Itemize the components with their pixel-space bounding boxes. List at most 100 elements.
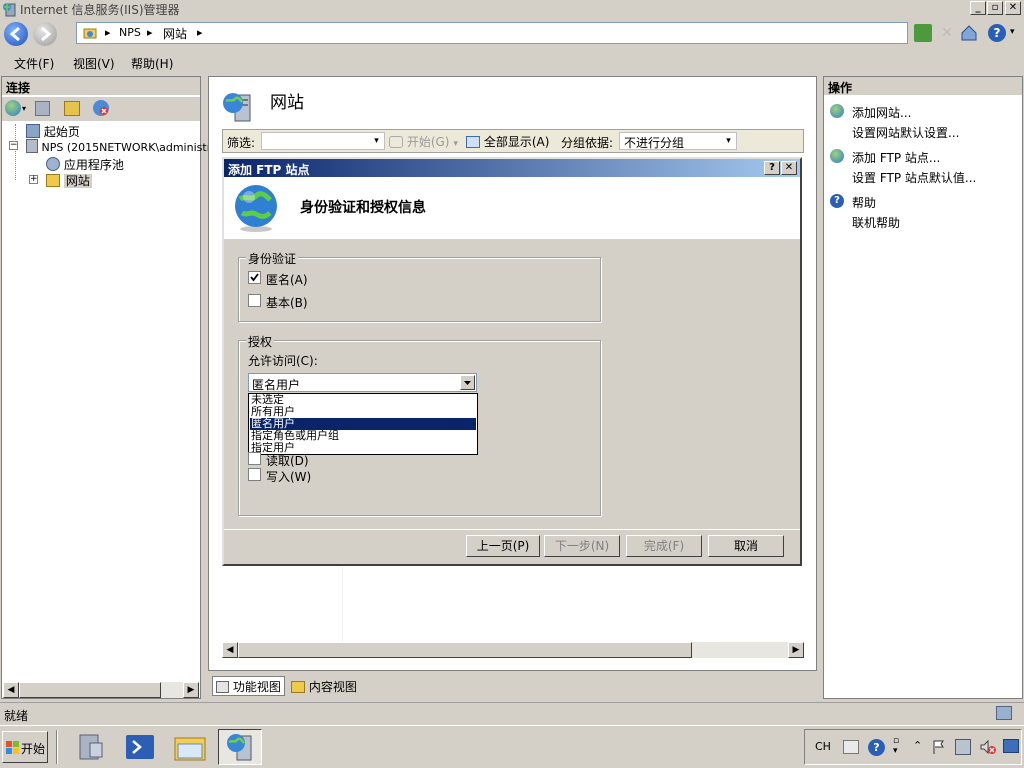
- explorer-taskbar-icon[interactable]: [168, 729, 212, 765]
- back-button[interactable]: [4, 22, 28, 46]
- start-label: 开始: [21, 742, 46, 756]
- scroll-right-icon[interactable]: ▶: [788, 642, 804, 658]
- set-site-defaults-link[interactable]: 设置网站默认设置...: [852, 124, 959, 141]
- restore-button[interactable]: ▫: [987, 1, 1003, 15]
- breadcrumb-nps[interactable]: NPS: [119, 26, 141, 39]
- stop-icon[interactable]: ✕: [938, 24, 956, 42]
- tree-item-start-page[interactable]: 起始页: [26, 123, 80, 140]
- address-input[interactable]: ▸ NPS ▸ 网站 ▸: [76, 22, 908, 44]
- filter-input[interactable]: ▾: [261, 132, 385, 150]
- add-site-icon: [830, 104, 844, 118]
- scroll-thumb[interactable]: [19, 682, 161, 698]
- scroll-left-icon[interactable]: ◀: [222, 642, 238, 658]
- help-icon[interactable]: ?: [988, 24, 1006, 42]
- option-all-users[interactable]: 所有用户: [250, 406, 476, 418]
- help-icon[interactable]: ?: [868, 739, 885, 756]
- tree-item-server[interactable]: NPS (2015NETWORK\administr: [26, 139, 211, 154]
- finish-button[interactable]: 完成(F): [626, 535, 702, 557]
- tree-collapse-toggle[interactable]: −: [9, 141, 18, 150]
- dialog-close-button[interactable]: ✕: [781, 161, 797, 175]
- filter-label: 筛选:: [227, 136, 256, 150]
- option-unselected[interactable]: 未选定: [250, 394, 476, 406]
- dropdown-button[interactable]: [460, 375, 475, 390]
- anonymous-checkbox[interactable]: [248, 271, 261, 284]
- scroll-right-icon[interactable]: ▶: [183, 682, 199, 698]
- allow-access-dropdown-list[interactable]: 未选定 所有用户 匿名用户 指定角色或用户组 指定用户: [248, 393, 478, 455]
- home-icon[interactable]: [960, 24, 978, 42]
- breadcrumb-sites[interactable]: 网站: [163, 25, 187, 42]
- show-all-button[interactable]: 全部显示(A): [466, 133, 549, 150]
- keyboard-icon[interactable]: [843, 740, 859, 754]
- server-status-icon[interactable]: [955, 739, 971, 755]
- add-ftp-site-link[interactable]: 添加 FTP 站点...: [852, 149, 940, 166]
- column-divider: [342, 567, 343, 643]
- chevron-down-icon[interactable]: ▾: [1010, 27, 1015, 37]
- iis-app-icon: [2, 1, 18, 17]
- basic-checkbox[interactable]: [248, 294, 261, 307]
- previous-button[interactable]: 上一页(P): [466, 535, 540, 557]
- powershell-taskbar-icon[interactable]: [118, 729, 162, 765]
- cancel-button[interactable]: 取消: [708, 535, 784, 557]
- write-checkbox[interactable]: [248, 468, 261, 481]
- content-view-icon: [291, 681, 305, 693]
- flag-icon[interactable]: [931, 739, 947, 755]
- scroll-left-icon[interactable]: ◀: [3, 682, 19, 698]
- tab-features-view[interactable]: 功能视图: [212, 676, 285, 696]
- online-help-link[interactable]: 联机帮助: [852, 214, 900, 231]
- read-label: 读取(D): [266, 454, 309, 468]
- help-link[interactable]: 帮助: [852, 194, 876, 211]
- address-bar: ▸ NPS ▸ 网站 ▸ ✕ ? ▾: [0, 18, 1024, 50]
- connect-icon[interactable]: [5, 100, 21, 116]
- language-indicator[interactable]: CH: [815, 740, 831, 753]
- next-button[interactable]: 下一步(N): [544, 535, 620, 557]
- center-horizontal-scrollbar[interactable]: ◀ ▶: [222, 642, 804, 658]
- read-checkbox[interactable]: [248, 452, 261, 465]
- add-ftp-site-dialog: 添加 FTP 站点 ? ✕ 身份验证和授权信息 身份验证 匿名(A) 基本(B)…: [222, 157, 802, 566]
- group-by-select[interactable]: 不进行分组 ▾: [619, 132, 737, 150]
- start-page-icon: [26, 124, 40, 138]
- up-folder-icon[interactable]: [64, 101, 80, 116]
- server-manager-taskbar-icon[interactable]: [68, 729, 112, 765]
- set-ftp-defaults-link[interactable]: 设置 FTP 站点默认值...: [852, 169, 976, 186]
- tree-expand-toggle[interactable]: +: [29, 175, 38, 184]
- app-pool-icon: [46, 157, 60, 171]
- forward-button[interactable]: [33, 22, 57, 46]
- chevron-down-icon[interactable]: ▾: [722, 134, 735, 148]
- menu-file[interactable]: 文件(F): [14, 55, 54, 72]
- menu-help[interactable]: 帮助(H): [131, 55, 173, 72]
- add-site-link[interactable]: 添加网站...: [852, 104, 911, 121]
- save-icon[interactable]: [35, 101, 50, 116]
- disconnect-icon[interactable]: [93, 100, 109, 116]
- close-window-button[interactable]: ✕: [1005, 1, 1021, 15]
- ime-menu-icon[interactable]: ▫ ▾: [893, 736, 899, 756]
- option-anonymous-users[interactable]: 匿名用户: [250, 418, 476, 430]
- tree-line: [15, 124, 16, 180]
- scroll-thumb[interactable]: [238, 642, 692, 658]
- refresh-icon[interactable]: [914, 24, 932, 42]
- binoculars-icon: [389, 136, 403, 148]
- menu-view[interactable]: 视图(V): [73, 55, 115, 72]
- show-hidden-icons-chevron-icon[interactable]: ⌃: [913, 739, 922, 752]
- actions-pane: 操作 添加网站... 设置网站默认设置... 添加 FTP 站点... 设置 F…: [823, 76, 1023, 699]
- volume-muted-icon[interactable]: [979, 739, 997, 755]
- breadcrumb-separator-icon: ▸: [197, 26, 203, 39]
- start-filter-button[interactable]: 开始(G) ▾: [389, 133, 458, 150]
- start-button[interactable]: 开始: [2, 731, 48, 763]
- dialog-help-button[interactable]: ?: [764, 161, 780, 175]
- checkmark-icon: [250, 273, 259, 282]
- tree-item-app-pools[interactable]: 应用程序池: [46, 156, 124, 173]
- chevron-down-icon[interactable]: ▾: [22, 104, 26, 113]
- allow-access-value: 匿名用户: [252, 378, 301, 392]
- anonymous-label: 匿名(A): [266, 273, 308, 287]
- minimize-button[interactable]: _: [970, 1, 986, 15]
- option-specified-roles[interactable]: 指定角色或用户组: [250, 430, 476, 442]
- tab-content-view[interactable]: 内容视图: [289, 677, 359, 695]
- connections-header: 连接: [2, 77, 200, 95]
- tree-item-sites[interactable]: 网站: [46, 172, 92, 189]
- allow-access-select[interactable]: 匿名用户: [248, 373, 477, 392]
- show-desktop-icon[interactable]: [1003, 739, 1019, 753]
- chevron-down-icon: [464, 381, 471, 385]
- chevron-down-icon[interactable]: ▾: [370, 134, 383, 148]
- iis-manager-taskbar-icon[interactable]: [218, 729, 262, 765]
- left-horizontal-scrollbar[interactable]: ◀ ▶: [3, 682, 199, 698]
